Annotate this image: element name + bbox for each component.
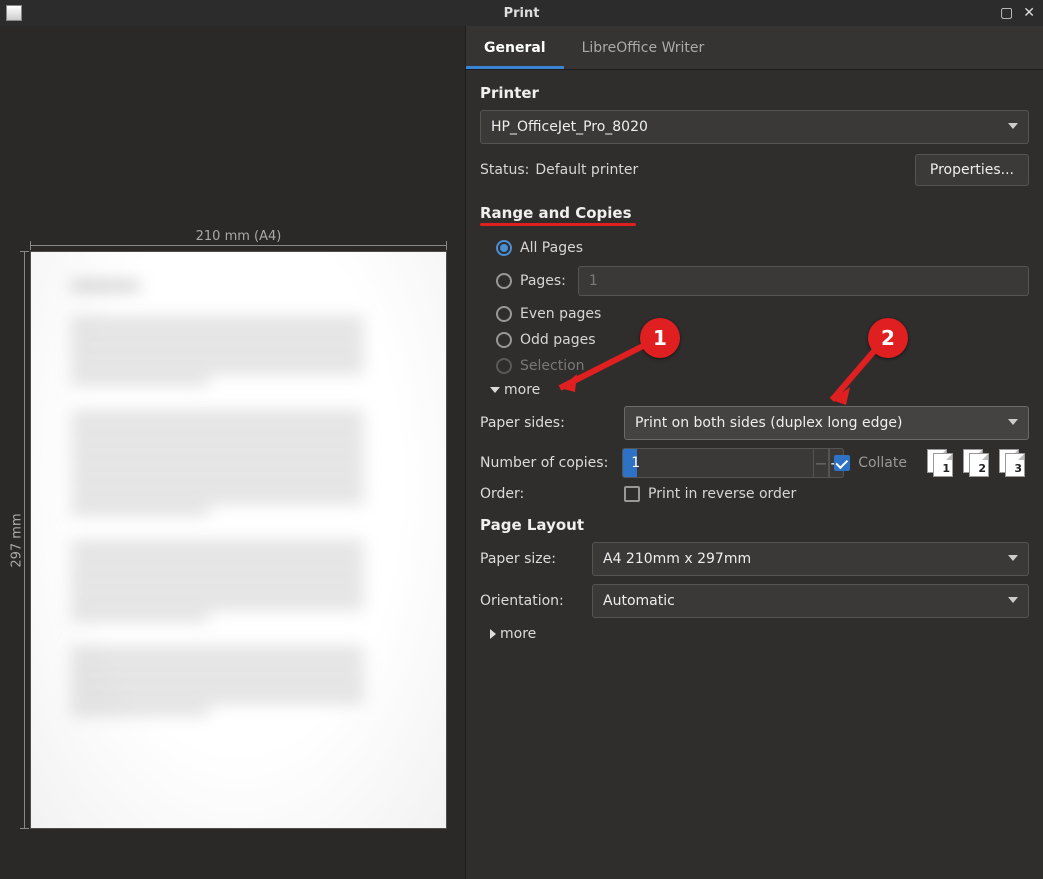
order-label: Order: [480,486,612,502]
vertical-ruler [24,251,25,829]
printer-properties-button[interactable]: Properties... [915,154,1029,186]
paper-size-label: Paper size: [480,551,580,567]
range-more-toggle[interactable]: more [490,382,1029,398]
printer-select[interactable]: HP_OfficeJet_Pro_8020 [480,110,1029,144]
collate-preview-icons: 11 22 33 [923,448,1029,478]
section-range-title: Range and Copies [480,204,632,222]
tab-libreoffice-writer[interactable]: LibreOffice Writer [564,32,723,69]
close-icon[interactable]: ✕ [1023,6,1035,20]
orientation-select[interactable]: Automatic [592,584,1029,618]
radio-icon [496,240,512,256]
triangle-down-icon [490,387,500,393]
tab-general[interactable]: General [466,32,564,69]
radio-even-pages[interactable]: Even pages [496,306,1029,322]
tab-bar: General LibreOffice Writer [466,26,1043,70]
copies-decrement-button[interactable]: − [813,448,828,478]
paper-sides-value: Print on both sides (duplex long edge) [635,415,902,431]
radio-all-pages[interactable]: All Pages [496,240,1029,256]
radio-icon [496,306,512,322]
radio-icon [496,273,512,289]
chevron-down-icon [1008,551,1018,567]
printer-status-value: Default printer [535,162,638,178]
horizontal-ruler [30,245,447,246]
window-title: Print [504,6,540,21]
radio-selection: Selection [496,358,1029,374]
paper-sides-select[interactable]: Print on both sides (duplex long edge) [624,406,1029,440]
copies-spinner[interactable]: − + [622,448,822,478]
paper-size-value: A4 210mm x 297mm [603,551,751,567]
copies-input[interactable] [622,448,813,478]
reverse-order-checkbox[interactable]: Print in reverse order [624,486,796,502]
printer-select-value: HP_OfficeJet_Pro_8020 [491,119,648,135]
printer-status-label: Status: [480,162,529,178]
section-printer-title: Printer [480,84,1029,102]
settings-pane: General LibreOffice Writer Printer HP_Of… [465,26,1043,879]
page-width-label: 210 mm (A4) [30,229,447,244]
checkbox-icon [624,486,640,502]
copies-label: Number of copies: [480,455,610,471]
maximize-icon[interactable]: ▢ [1000,6,1013,20]
chevron-down-icon [1008,415,1018,431]
radio-icon [496,358,512,374]
triangle-right-icon [490,629,496,639]
collate-checkbox[interactable]: Collate [834,455,907,471]
print-preview-pane: 210 mm (A4) 297 mm [0,26,465,879]
paper-sides-label: Paper sides: [480,415,612,431]
orientation-value: Automatic [603,593,675,609]
layout-more-toggle[interactable]: more [490,626,1029,642]
radio-odd-pages[interactable]: Odd pages [496,332,1029,348]
checkbox-icon [834,455,850,471]
orientation-label: Orientation: [480,593,580,609]
chevron-down-icon [1008,119,1018,135]
radio-pages[interactable]: Pages: [496,266,1029,296]
title-bar: Print ▢ ✕ [0,0,1043,26]
pages-input[interactable] [578,266,1029,296]
app-icon [6,5,22,21]
section-layout-title: Page Layout [480,516,1029,534]
radio-icon [496,332,512,348]
page-preview [30,251,447,829]
paper-size-select[interactable]: A4 210mm x 297mm [592,542,1029,576]
chevron-down-icon [1008,593,1018,609]
